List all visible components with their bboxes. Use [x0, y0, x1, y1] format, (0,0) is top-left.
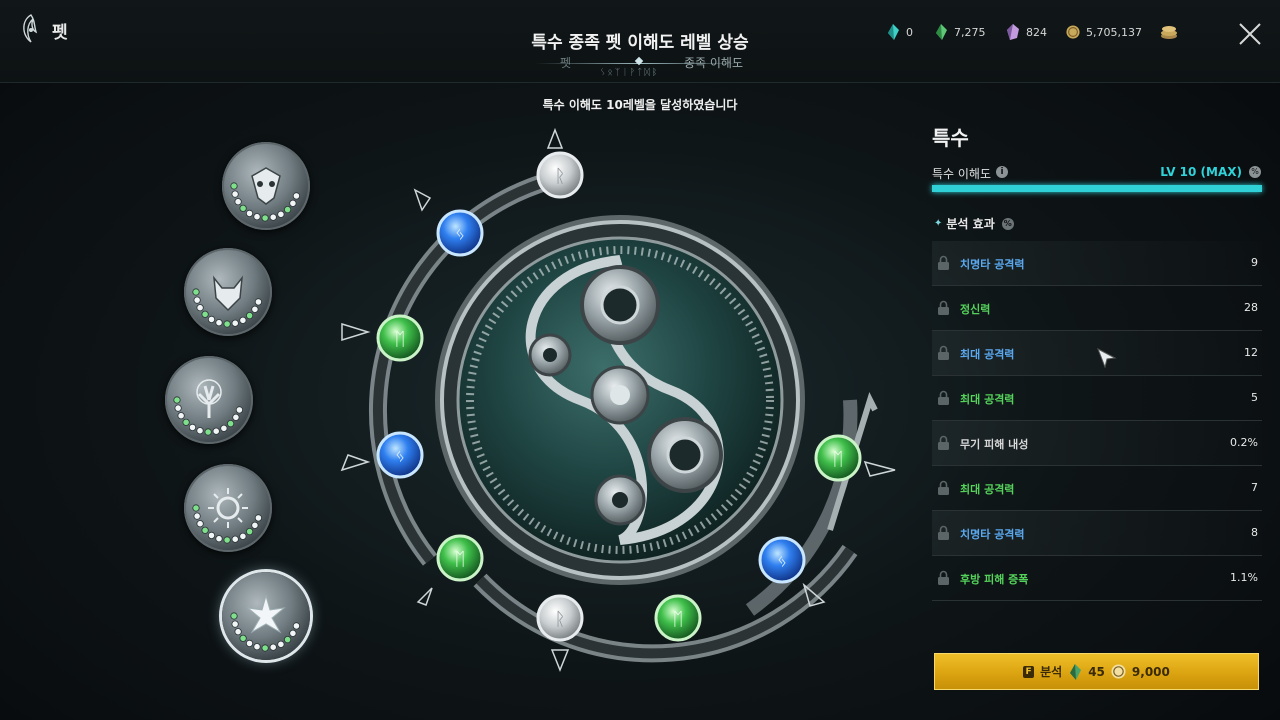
effect-name: 정신력: [960, 303, 991, 316]
key-hint-f: F: [1023, 665, 1035, 678]
rune-node-bottom[interactable]: ᚱ: [536, 594, 584, 673]
analysis-effect-header: ✦ 분석 효과 %: [934, 215, 1014, 232]
wolf-head-icon: [192, 275, 263, 328]
sparkle-icon: ✦: [934, 218, 943, 229]
effect-row: 후방 피해 증폭 1.1%: [932, 556, 1262, 601]
lock-icon: [938, 300, 949, 315]
blue-crystal-icon: [888, 24, 899, 40]
lock-icon: [938, 435, 949, 450]
app-title: 펫: [52, 23, 68, 43]
svg-text:ᛖ: ᛖ: [455, 549, 466, 570]
currency-blue-crystal[interactable]: 0: [886, 24, 913, 40]
currency-coin-stack[interactable]: [1160, 24, 1178, 40]
info-icon[interactable]: i: [996, 166, 1008, 178]
gold-cost: 9,000: [1131, 664, 1170, 679]
currency-value: 7,275: [954, 25, 986, 39]
percent-icon[interactable]: %: [1001, 217, 1014, 230]
svg-text:ᛃ: ᛃ: [455, 224, 466, 245]
effect-name: 최대 공격력: [960, 393, 1015, 406]
svg-text:ᛖ: ᛖ: [395, 329, 406, 350]
gold-coin-icon: [1066, 25, 1080, 39]
currency-value: 0: [906, 25, 913, 39]
central-medallion: [435, 215, 805, 585]
effect-value: 5: [1251, 391, 1258, 404]
lock-icon: [938, 570, 949, 585]
rune-node-top[interactable]: ᚱ: [536, 127, 584, 199]
lock-icon: [938, 525, 949, 540]
effect-row: 최대 공격력 5: [932, 376, 1262, 421]
effect-row: 최대 공격력 7: [932, 466, 1262, 511]
effect-row: 정신력 28: [932, 286, 1262, 331]
crystal-cost: 45: [1088, 664, 1105, 679]
rune-node-green-3[interactable]: ᛖ: [654, 594, 702, 642]
currency-purple-crystal[interactable]: 824: [1006, 24, 1047, 40]
currency-green-crystal[interactable]: 7,275: [934, 24, 986, 40]
section-title: 분석 효과: [946, 217, 995, 231]
understanding-label: 특수 이해도: [932, 167, 992, 181]
rune-decoration: ᛊᛟᛉᛁᚹᛏᛞᛒ: [600, 68, 660, 78]
effect-list: 치명타 공격력 9 정신력 28 최대 공격력 12 최대 공격력 5 무기 피해 내성 0.2%…: [932, 241, 1262, 601]
svg-text:ᛃ: ᛃ: [395, 446, 406, 467]
species-node[interactable]: [222, 142, 310, 230]
sun-swirl-icon: [192, 488, 263, 544]
species-node[interactable]: [184, 464, 272, 552]
species-node[interactable]: [222, 572, 310, 660]
effect-name: 최대 공격력: [960, 483, 1015, 496]
analyze-label: 분석: [1040, 665, 1063, 679]
species-title: 특수: [932, 126, 969, 150]
svg-text:ᚱ: ᚱ: [555, 609, 566, 630]
svg-text:ᛖ: ᛖ: [673, 609, 684, 630]
understanding-progress: [932, 185, 1262, 192]
tree-icon: [173, 379, 244, 436]
close-icon[interactable]: [1236, 20, 1264, 48]
effect-name: 후방 피해 증폭: [960, 573, 1029, 586]
rune-node-green-4[interactable]: ᛖ: [814, 434, 896, 482]
species-node[interactable]: [165, 356, 253, 444]
effect-value: 28: [1244, 301, 1258, 314]
level-text: LV 10 (MAX): [1160, 165, 1242, 179]
effect-value: 12: [1244, 346, 1258, 359]
svg-text:ᛖ: ᛖ: [833, 449, 844, 470]
svg-text:ᚱ: ᚱ: [555, 166, 566, 187]
effect-name: 무기 피해 내성: [960, 438, 1029, 451]
progress-fill: [932, 185, 1262, 192]
effect-row: 치명타 공격력 8: [932, 511, 1262, 556]
coin-stack-icon: [1161, 26, 1177, 39]
currency-gold[interactable]: 5,705,137: [1066, 24, 1142, 40]
effect-row: 무기 피해 내성 0.2%: [932, 421, 1262, 466]
percent-icon[interactable]: %: [1249, 166, 1261, 178]
lock-icon: [938, 390, 949, 405]
currency-value: 5,705,137: [1086, 25, 1142, 39]
effect-value: 7: [1251, 481, 1258, 494]
effect-value: 0.2%: [1230, 436, 1258, 449]
effect-value: 8: [1251, 526, 1258, 539]
gold-coin-icon: [1111, 664, 1126, 679]
effect-name: 최대 공격력: [960, 348, 1015, 361]
effect-name: 치명타 공격력: [960, 258, 1025, 271]
effect-value: 9: [1251, 256, 1258, 269]
green-crystal-icon: [936, 24, 947, 40]
lock-icon: [938, 345, 949, 360]
lock-icon: [938, 255, 949, 270]
understanding-wheel: ᚱ ᛃ ᛖ ᛃ ᛖ ᚱ ᛖ ᛃ ᛖ: [340, 127, 896, 673]
currency-value: 824: [1026, 25, 1047, 39]
top-bar: 펫 특수 종족 펫 이해도 레벨 상승 펫 종족 이해도 ᛊᛟᛉᛁᚹᛏᛞᛒ 0 …: [0, 0, 1280, 83]
svg-text:ᛃ: ᛃ: [777, 551, 788, 572]
rune-node-blue-1[interactable]: ᛃ: [413, 188, 484, 257]
analyze-button[interactable]: F 분석 45 9,000: [934, 653, 1259, 690]
effect-row: 치명타 공격력 9: [932, 241, 1262, 286]
owl-mask-icon: [230, 167, 301, 222]
page-title: 특수 종족 펫 이해도 레벨 상승: [531, 33, 749, 53]
effect-value: 1.1%: [1230, 571, 1258, 584]
cursor-icon: [1097, 348, 1117, 368]
lock-icon: [938, 480, 949, 495]
star-flower-icon: [230, 594, 301, 652]
species-node[interactable]: [184, 248, 272, 336]
crystal-cost-icon: [1070, 663, 1082, 680]
pet-menu-icon: [23, 14, 38, 43]
purple-crystal-icon: [1007, 24, 1019, 40]
effect-name: 치명타 공격력: [960, 528, 1025, 541]
